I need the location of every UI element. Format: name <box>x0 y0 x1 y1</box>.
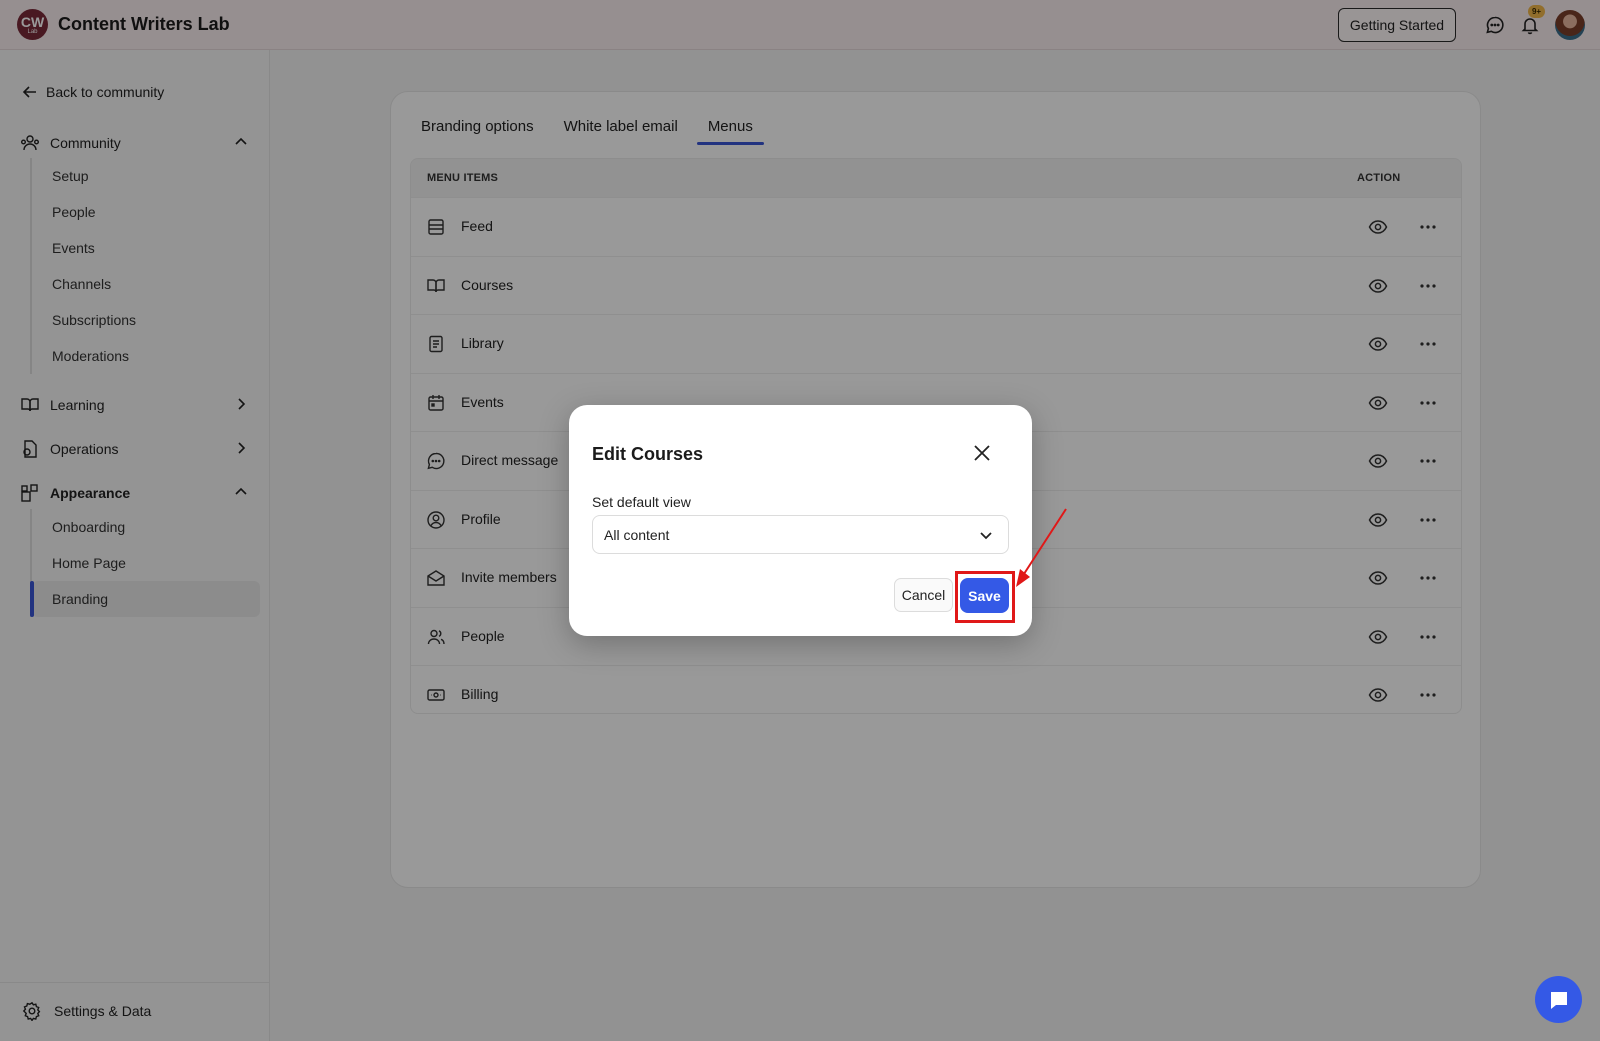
default-view-value: All content <box>604 526 670 543</box>
close-icon[interactable] <box>971 442 993 464</box>
chevron-down-icon <box>980 532 992 540</box>
default-view-select[interactable]: All content <box>592 515 1009 554</box>
cancel-button[interactable]: Cancel <box>894 578 953 612</box>
modal-title: Edit Courses <box>592 444 704 464</box>
chat-icon <box>1550 991 1567 1009</box>
save-highlight-box <box>955 571 1015 623</box>
annotation-arrow-icon <box>1016 508 1067 587</box>
default-view-label: Set default view <box>592 494 691 510</box>
chat-support-button[interactable] <box>1535 976 1582 1023</box>
